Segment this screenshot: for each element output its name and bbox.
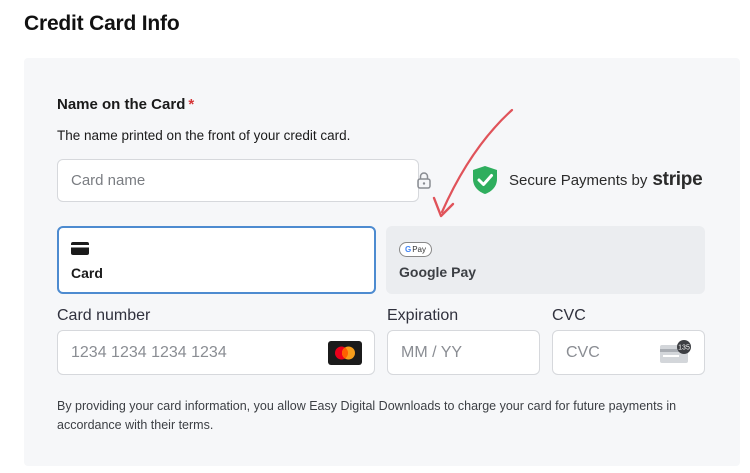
google-pay-badge-text: Pay [412, 245, 427, 254]
cvc-label: CVC [552, 307, 586, 324]
cvc-card-icon: 135 [660, 340, 691, 363]
expiration-input[interactable] [387, 330, 540, 375]
card-name-input[interactable] [57, 159, 419, 202]
google-g-letter: G [404, 245, 412, 254]
card-name-label: Name on the Card * [57, 96, 194, 113]
credit-card-icon [71, 242, 89, 255]
cvc-icon-number: 135 [678, 345, 690, 352]
secure-payments-badge: Secure Payments by stripe [471, 164, 703, 196]
google-pay-icon: G Pay [399, 242, 432, 257]
card-number-label: Card number [57, 307, 151, 324]
payment-tab-card-label: Card [71, 265, 103, 281]
payment-tab-google-pay[interactable]: G Pay Google Pay [386, 226, 705, 294]
lock-icon [417, 172, 431, 189]
payment-tab-card[interactable]: Card [57, 226, 376, 294]
expiration-label: Expiration [387, 307, 459, 324]
card-name-description: The name printed on the front of your cr… [57, 128, 351, 143]
secure-payments-text: Secure Payments by [509, 171, 648, 189]
stripe-logo: stripe [652, 169, 703, 190]
card-name-label-text: Name on the Card [57, 96, 186, 113]
shield-check-icon [473, 166, 497, 194]
required-mark: * [188, 96, 195, 113]
mastercard-icon [328, 341, 362, 365]
page-title: Credit Card Info [24, 12, 180, 35]
terms-text: By providing your card information, you … [57, 399, 677, 432]
payment-tab-google-pay-label: Google Pay [399, 264, 477, 280]
